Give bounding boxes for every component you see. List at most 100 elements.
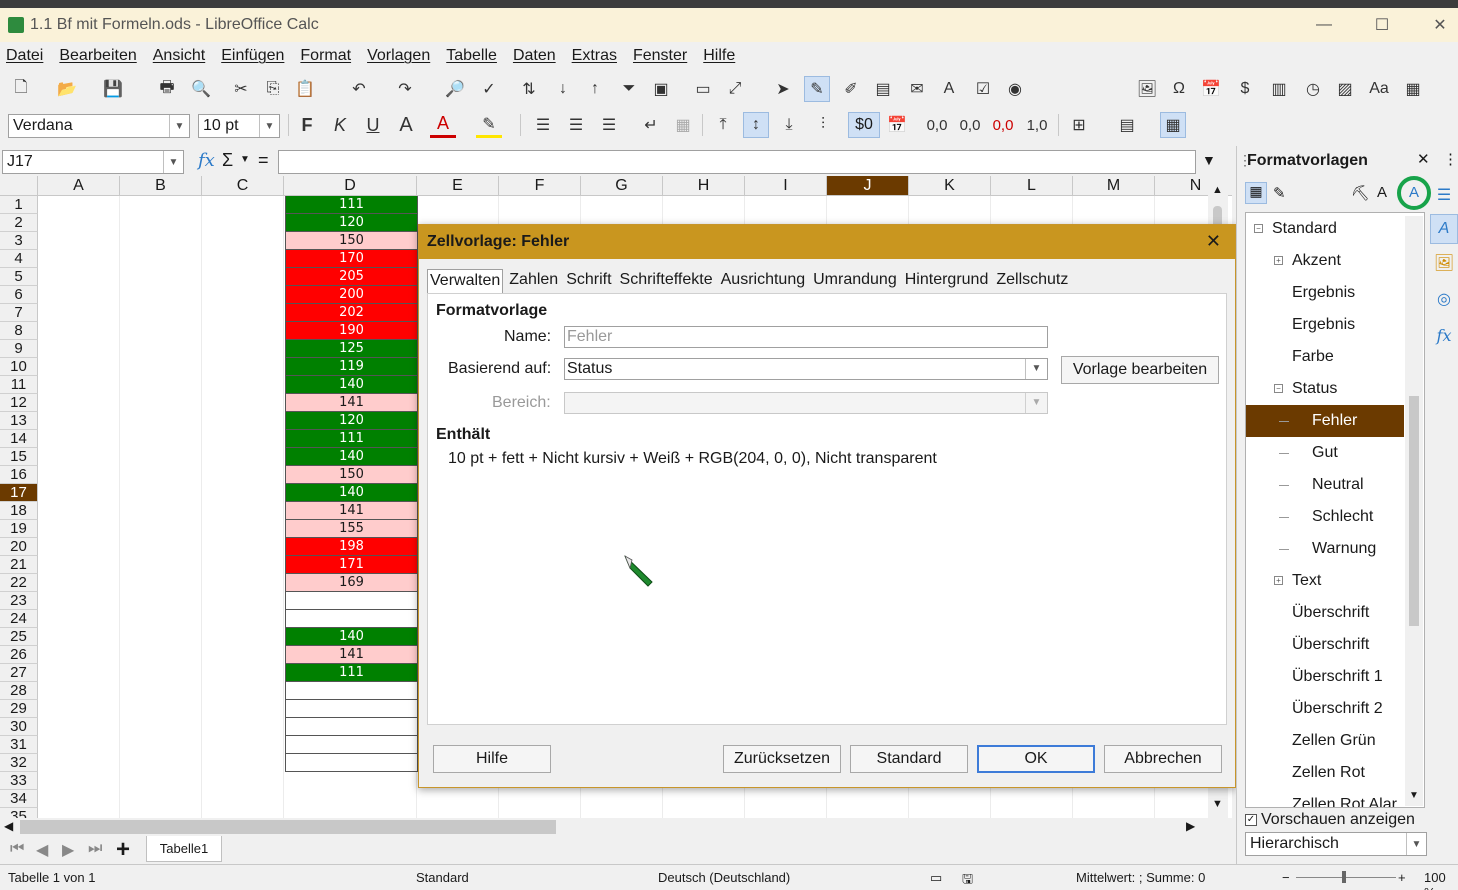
style-tree-item[interactable]: Farbe [1246,341,1404,373]
cell-d14[interactable]: 111 [285,430,418,448]
cell-d6[interactable]: 200 [285,286,418,304]
close-icon[interactable]: ✕ [1206,231,1221,252]
style-tree-item[interactable]: Gut [1246,437,1404,469]
prev-sheet-icon[interactable]: ◀ [36,840,48,860]
zoom-slider-handle[interactable] [1342,871,1346,883]
expand-icon[interactable]: + [1274,576,1283,585]
currency-icon[interactable]: $ [1232,76,1258,102]
annotation-icon[interactable]: ✉ [904,76,930,102]
special-char-icon[interactable]: Ω [1166,76,1192,102]
highlight-color-icon[interactable]: ✎ [476,112,502,138]
row-header-18[interactable]: 18 [0,502,38,520]
merge-cells-icon[interactable]: ▦ [670,112,696,138]
formula-input[interactable] [278,150,1196,174]
first-sheet-icon[interactable]: ⏮ [10,840,24,858]
navigator-deck-icon[interactable]: ◎ [1430,284,1458,314]
styles-deck-icon[interactable]: A [1430,214,1458,244]
borders-icon[interactable]: ⊞ [1066,112,1092,138]
column-header-k[interactable]: K [909,176,991,196]
formula-equals-icon[interactable]: = [258,150,269,171]
standard-button[interactable]: Standard [850,745,968,773]
clock-icon[interactable]: ◷ [1300,76,1326,102]
tab-ausrichtung[interactable]: Ausrichtung [719,269,808,293]
menu-einfügen[interactable]: Einfügen [221,47,284,65]
cell-d30[interactable] [285,718,418,736]
style-tree-item[interactable]: Ergebnis [1246,309,1404,341]
row-header-2[interactable]: 2 [0,214,38,232]
sidebar-menu-icon[interactable]: ⋮ [1443,150,1458,168]
open-icon[interactable]: 📂 [54,76,80,102]
next-sheet-icon[interactable]: ▶ [62,840,74,860]
chevron-down-icon[interactable]: ▼ [1025,359,1047,379]
row-header-1[interactable]: 1 [0,196,38,214]
tab-hintergrund[interactable]: Hintergrund [903,269,991,293]
expand-formula-icon[interactable]: ▼ [1202,152,1216,168]
scroll-down-icon[interactable]: ▼ [1409,790,1419,801]
chart-icon[interactable]: ▣ [648,76,674,102]
menu-format[interactable]: Format [300,47,351,65]
row-header-3[interactable]: 3 [0,232,38,250]
cell-d7[interactable]: 202 [285,304,418,322]
style-tree-item[interactable]: Neutral [1246,469,1404,501]
based-on-select[interactable]: Status ▼ [564,358,1048,380]
sheet-tab-tabelle1[interactable]: Tabelle1 [146,836,222,862]
zoom-level[interactable]: 100 % [1424,870,1458,890]
sort-icon[interactable]: ⇅ [516,76,542,102]
row-header-30[interactable]: 30 [0,718,38,736]
image-icon[interactable]: 🖼 [1134,76,1160,102]
row-header-28[interactable]: 28 [0,682,38,700]
collapse-icon[interactable]: − [1274,384,1283,393]
row-header-6[interactable]: 6 [0,286,38,304]
cell-d15[interactable]: 140 [285,448,418,466]
draw-icon[interactable]: ✎ [804,76,830,102]
menu-ansicht[interactable]: Ansicht [153,47,205,65]
font-color-icon[interactable]: A [430,112,456,138]
style-tree[interactable]: Standard − Akzent + Ergebnis Ergebnis Farbe Sta… [1245,212,1425,808]
select-icon[interactable]: ➤ [770,76,796,102]
conditional-format-icon[interactable]: ▤ [1114,112,1140,138]
horizontal-scrollbar[interactable]: ◀ ▶ [0,818,1236,836]
chevron-down-icon[interactable]: ▼ [240,154,250,165]
style-tree-item[interactable]: Text + [1246,565,1404,597]
tree-scroll-thumb[interactable] [1409,396,1419,626]
reset-button[interactable]: Zurücksetzen [723,745,841,773]
date-format-icon[interactable]: 📅 [884,112,910,138]
row-header-17[interactable]: 17 [0,484,38,502]
cell-d26[interactable]: 141 [285,646,418,664]
tab-schrift[interactable]: Schrift [564,269,613,293]
scroll-left-icon[interactable]: ◀ [4,819,13,833]
add-decimal-button[interactable]: 0,0 [955,112,985,138]
row-header-32[interactable]: 32 [0,754,38,772]
zoom-slider-track[interactable] [1296,877,1396,878]
cell-d28[interactable] [285,682,418,700]
bold-button[interactable]: F [294,112,320,138]
column-header-m[interactable]: M [1073,176,1155,196]
close-sidebar-icon[interactable]: ✕ [1417,150,1430,168]
font-size-combo[interactable]: 10 pt ▼ [198,114,280,138]
style-tree-item[interactable]: Status − [1246,373,1404,405]
maximize-button[interactable]: ☐ [1354,8,1410,42]
zoom-out-icon[interactable]: − [1282,870,1290,885]
style-tree-item[interactable]: Überschrift [1246,597,1404,629]
cell-d20[interactable]: 198 [285,538,418,556]
outline-font-icon[interactable]: A [393,112,419,138]
header-footer-icon[interactable]: ▭ [690,76,716,102]
find-replace-icon[interactable]: 🔎 [442,76,468,102]
menu-tabelle[interactable]: Tabelle [446,47,497,65]
tab-verwalten[interactable]: Verwalten [427,269,504,293]
style-filter-select[interactable]: Hierarchisch ▼ [1245,832,1427,856]
preview-checkbox[interactable]: ✓ [1245,814,1257,826]
cell-d25[interactable]: 140 [285,628,418,646]
row-header-19[interactable]: 19 [0,520,38,538]
row-header-24[interactable]: 24 [0,610,38,628]
number-format-standard-button[interactable]: 1,0 [1022,112,1052,138]
row-header-23[interactable]: 23 [0,592,38,610]
style-tree-item[interactable]: Zellen Grün [1246,725,1404,757]
add-sheet-button[interactable]: + [116,836,130,864]
radio-icon[interactable]: ◉ [1002,76,1028,102]
row-header-20[interactable]: 20 [0,538,38,556]
cell-d5[interactable]: 205 [285,268,418,286]
column-header-j[interactable]: J [827,176,909,196]
cell-d31[interactable] [285,736,418,754]
column-header-f[interactable]: F [499,176,581,196]
